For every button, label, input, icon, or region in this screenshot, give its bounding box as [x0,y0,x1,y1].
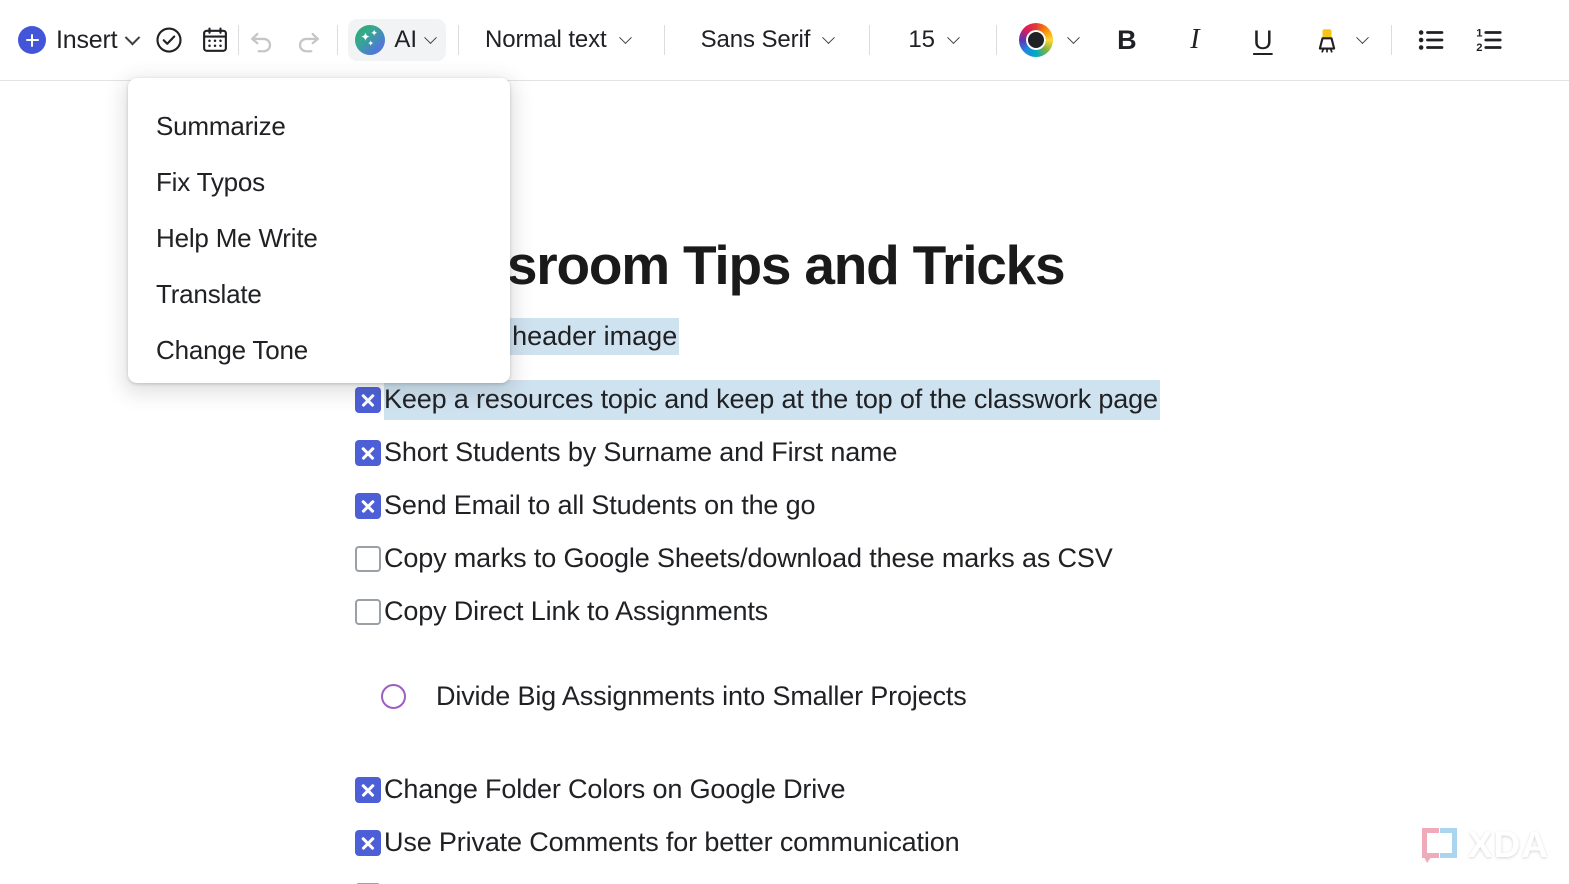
list-item[interactable]: Send Email to all Students on the go [355,479,1505,532]
editor-toolbar: Insert ✦ ✦ ✦ AI Normal text Sans Serif 1… [0,0,1569,81]
checklist: Keep a resources topic and keep at the t… [355,373,1505,884]
list-item-label: Use Private Comments for better communic… [384,827,960,857]
checkbox-checked[interactable] [355,386,381,413]
toolbar-divider [663,25,665,55]
numbered-list-icon: 1 2 [1476,28,1502,54]
highlighter-pen-icon [1318,29,1336,53]
insert-button-label: Insert [56,25,118,54]
list-item-label: Send Email to all Students on the go [384,490,816,520]
list-item-label: Keep a resources topic and keep at the t… [384,379,1160,420]
chevron-down-icon [1355,30,1369,44]
paragraph-style-value: Normal text [485,26,607,53]
redo-icon [299,32,320,53]
list-item-label: Change Folder Colors on Google Drive [384,774,846,804]
chevron-down-icon [946,30,960,44]
toolbar-group-insert: Insert [12,20,146,61]
calendar-icon [203,27,228,52]
circle-bullet-icon [381,684,406,709]
ai-button-label: AI [394,26,418,53]
calendar-button[interactable] [192,17,238,63]
checkbox-checked[interactable] [355,829,381,856]
font-family-select[interactable]: Sans Serif [689,19,846,61]
numbered-list-button[interactable]: 1 2 [1466,17,1512,63]
plus-circle-icon [18,26,46,54]
menu-item-change-tone[interactable]: Change Tone [128,322,510,378]
checkbox-unchecked[interactable] [355,598,381,625]
chevron-down-icon [1066,30,1080,44]
toolbar-divider [458,25,460,55]
paragraph-style-select[interactable]: Normal text [473,19,642,61]
chevron-down-icon [125,29,141,45]
xda-watermark-text: XDA [1467,824,1549,865]
list-item[interactable]: Divide Big Assignments into Smaller Proj… [381,670,1505,723]
list-item[interactable]: Use Private Comments for better communic… [355,816,1505,869]
chevron-down-icon [424,30,437,44]
font-size-value: 15 [908,26,935,53]
list-item[interactable]: Copy Direct Link to Assignments [355,585,1505,638]
chevron-down-icon [822,30,836,44]
list-item[interactable]: Create Separate Class for Enrichment and… [355,869,1505,884]
xda-bracket-logo-icon [1421,826,1462,864]
undo-button[interactable] [239,17,285,63]
list-item-label: Divide Big Assignments into Smaller Proj… [436,681,967,711]
toolbar-divider [1390,25,1392,55]
insert-button[interactable]: Insert [12,20,146,61]
color-wheel-icon [1018,23,1053,57]
list-item[interactable]: Change Folder Colors on Google Drive [355,763,1505,816]
checkbox-checked[interactable] [355,776,381,803]
text-color-button[interactable] [1015,16,1090,64]
toolbar-divider [869,25,871,55]
menu-item-help-me-write[interactable]: Help Me Write [128,210,510,266]
bulleted-list-icon [1418,30,1444,50]
highlight-color-button[interactable] [1300,18,1379,62]
redo-button[interactable] [285,17,331,63]
ai-dropdown-menu: Summarize Fix Typos Help Me Write Transl… [128,78,510,383]
ai-sparkle-orb-icon: ✦ ✦ ✦ [355,25,386,55]
list-item[interactable]: Copy marks to Google Sheets/download the… [355,532,1505,585]
menu-item-fix-typos[interactable]: Fix Typos [128,154,510,210]
svg-text:1: 1 [1476,28,1482,40]
menu-item-summarize[interactable]: Summarize [128,98,510,154]
xda-watermark: XDA [1421,824,1549,866]
checkbox-checked[interactable] [355,492,381,519]
list-item-label: Copy Direct Link to Assignments [384,596,769,626]
underline-button[interactable]: U [1240,17,1286,63]
undo-icon [251,32,272,53]
ai-button[interactable]: ✦ ✦ ✦ AI [348,19,447,61]
toolbar-divider [995,25,997,55]
chevron-down-icon [618,30,632,44]
font-size-select[interactable]: 15 [896,19,970,61]
menu-item-translate[interactable]: Translate [128,266,510,322]
tasks-button[interactable] [146,17,192,63]
list-item-label: Short Students by Surname and First name [384,437,898,467]
list-item[interactable]: Keep a resources topic and keep at the t… [355,373,1505,426]
check-circle-icon [156,27,182,53]
font-family-value: Sans Serif [700,26,811,53]
bold-button[interactable]: B [1104,17,1150,63]
svg-text:2: 2 [1476,42,1482,54]
list-item-label: Copy marks to Google Sheets/download the… [384,543,1113,573]
list-item[interactable]: Short Students by Surname and First name [355,426,1505,479]
bulleted-list-button[interactable] [1408,17,1454,63]
list-item-label: Create Separate Class for Enrichment and… [384,880,1102,884]
checkbox-unchecked[interactable] [355,545,381,572]
toolbar-divider [337,25,339,55]
italic-button[interactable]: I [1172,17,1218,63]
checkbox-checked[interactable] [355,439,381,466]
